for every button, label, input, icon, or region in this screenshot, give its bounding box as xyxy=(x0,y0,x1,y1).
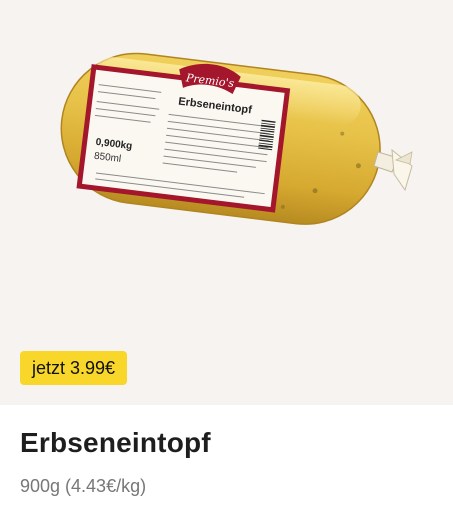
product-card[interactable]: Premio's Erbseneintopf 0,900kg 850ml jet… xyxy=(0,0,453,509)
product-image-area[interactable]: Premio's Erbseneintopf 0,900kg 850ml jet… xyxy=(0,0,453,405)
product-info[interactable]: Erbseneintopf 900g (4.43€/kg) xyxy=(0,405,453,509)
sausage-clip xyxy=(373,148,413,192)
product-weight-price: 900g (4.43€/kg) xyxy=(20,476,147,496)
price-badge: jetzt 3.99€ xyxy=(20,351,128,385)
product-title: Erbseneintopf xyxy=(20,427,211,458)
product-image: Premio's Erbseneintopf 0,900kg 850ml xyxy=(60,52,413,225)
price-badge-label: jetzt 3.99€ xyxy=(32,357,116,378)
